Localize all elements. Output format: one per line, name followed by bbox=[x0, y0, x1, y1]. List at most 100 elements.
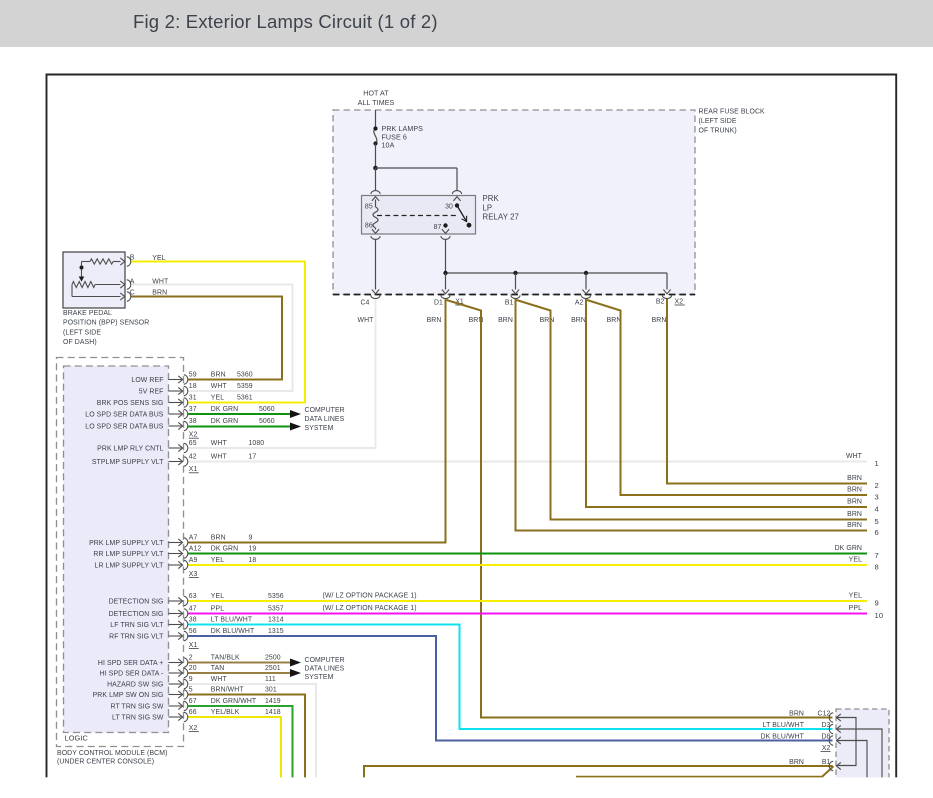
svg-text:63: 63 bbox=[189, 593, 197, 600]
svg-text:PRK LMP SUPPLY VLT: PRK LMP SUPPLY VLT bbox=[89, 540, 164, 547]
svg-text:LO SPD SER DATA BUS: LO SPD SER DATA BUS bbox=[85, 424, 164, 431]
svg-text:X2: X2 bbox=[189, 725, 198, 732]
svg-text:301: 301 bbox=[265, 686, 277, 693]
svg-text:YEL: YEL bbox=[211, 394, 224, 401]
svg-text:A9: A9 bbox=[189, 557, 198, 564]
svg-text:65: 65 bbox=[189, 440, 197, 447]
svg-text:1419: 1419 bbox=[265, 698, 281, 705]
svg-text:PPL: PPL bbox=[849, 605, 862, 612]
svg-text:10: 10 bbox=[875, 611, 884, 620]
svg-text:5356: 5356 bbox=[268, 593, 284, 600]
svg-text:19: 19 bbox=[249, 545, 257, 552]
svg-text:C4: C4 bbox=[360, 300, 369, 307]
svg-text:B: B bbox=[130, 255, 135, 262]
svg-text:47: 47 bbox=[189, 605, 197, 612]
svg-text:Fig 2: Exterior Lamps Circuit: Fig 2: Exterior Lamps Circuit (1 of 2) bbox=[133, 11, 438, 32]
svg-text:BRN: BRN bbox=[847, 475, 862, 482]
svg-text:LOGIC: LOGIC bbox=[65, 734, 89, 743]
svg-text:7: 7 bbox=[875, 551, 879, 560]
svg-text:OF DASH): OF DASH) bbox=[63, 339, 97, 346]
svg-text:BRN: BRN bbox=[652, 317, 667, 324]
svg-text:BRAKE PEDAL: BRAKE PEDAL bbox=[63, 310, 112, 317]
svg-text:DK GRN: DK GRN bbox=[211, 418, 238, 425]
svg-text:9: 9 bbox=[189, 676, 193, 683]
svg-text:LP: LP bbox=[483, 203, 493, 212]
svg-text:31: 31 bbox=[189, 394, 197, 401]
svg-text:PPL: PPL bbox=[211, 605, 224, 612]
svg-text:DATA LINES: DATA LINES bbox=[305, 666, 345, 673]
svg-text:LF TRN SIG VLT: LF TRN SIG VLT bbox=[110, 622, 164, 629]
svg-text:86: 86 bbox=[365, 223, 373, 230]
svg-text:2500: 2500 bbox=[265, 654, 281, 661]
svg-text:B1: B1 bbox=[822, 759, 831, 766]
svg-text:38: 38 bbox=[189, 418, 197, 425]
svg-text:111: 111 bbox=[265, 676, 276, 683]
svg-text:BODY CONTROL MODULE (BCM): BODY CONTROL MODULE (BCM) bbox=[57, 750, 167, 757]
svg-text:3: 3 bbox=[875, 492, 879, 501]
svg-text:(LEFT SIDE: (LEFT SIDE bbox=[699, 118, 737, 125]
svg-text:A7: A7 bbox=[189, 534, 198, 541]
svg-text:X2: X2 bbox=[675, 299, 684, 306]
svg-text:2: 2 bbox=[189, 654, 193, 661]
svg-text:5060: 5060 bbox=[259, 406, 275, 413]
svg-text:POSITION (BPP) SENSOR: POSITION (BPP) SENSOR bbox=[63, 320, 149, 327]
svg-text:20: 20 bbox=[189, 665, 197, 672]
svg-text:BRN: BRN bbox=[847, 487, 862, 494]
svg-text:BRN/WHT: BRN/WHT bbox=[211, 686, 245, 693]
svg-text:RF TRN SIG VLT: RF TRN SIG VLT bbox=[109, 634, 164, 641]
svg-text:WHT: WHT bbox=[211, 383, 228, 390]
svg-text:X2: X2 bbox=[822, 745, 831, 752]
svg-text:PRK: PRK bbox=[483, 194, 500, 203]
svg-text:SYSTEM: SYSTEM bbox=[305, 674, 334, 681]
svg-text:30: 30 bbox=[445, 204, 453, 211]
svg-text:85: 85 bbox=[365, 204, 373, 211]
svg-text:2501: 2501 bbox=[265, 665, 281, 672]
svg-text:A: A bbox=[130, 279, 135, 286]
svg-text:WHT: WHT bbox=[211, 453, 228, 460]
svg-text:DETECTION SIG: DETECTION SIG bbox=[109, 599, 164, 606]
svg-text:BRN: BRN bbox=[211, 534, 226, 541]
svg-text:5V REF: 5V REF bbox=[139, 389, 164, 396]
svg-text:YEL: YEL bbox=[211, 557, 224, 564]
svg-text:PRK LMP SW ON SIG: PRK LMP SW ON SIG bbox=[93, 692, 164, 699]
svg-text:18: 18 bbox=[189, 383, 197, 390]
svg-text:DK GRN: DK GRN bbox=[835, 545, 862, 552]
svg-text:10A: 10A bbox=[382, 142, 395, 150]
svg-text:4: 4 bbox=[875, 504, 879, 513]
svg-text:PRK LAMPS: PRK LAMPS bbox=[382, 125, 424, 133]
svg-text:A12: A12 bbox=[189, 545, 202, 552]
svg-text:56: 56 bbox=[189, 628, 197, 635]
svg-text:DK BLU/WHT: DK BLU/WHT bbox=[211, 628, 255, 635]
svg-text:18: 18 bbox=[249, 557, 257, 564]
svg-text:A2: A2 bbox=[575, 300, 584, 307]
svg-text:COMPUTER: COMPUTER bbox=[305, 407, 345, 414]
svg-text:1315: 1315 bbox=[268, 628, 284, 635]
svg-text:5360: 5360 bbox=[237, 371, 253, 378]
svg-text:YEL/BLK: YEL/BLK bbox=[211, 709, 240, 716]
svg-text:HAZARD SW SIG: HAZARD SW SIG bbox=[107, 682, 163, 689]
svg-text:DK BLU/WHT: DK BLU/WHT bbox=[761, 734, 805, 741]
svg-text:HI SPD SER DATA -: HI SPD SER DATA - bbox=[100, 671, 164, 678]
svg-text:BRN: BRN bbox=[427, 317, 442, 324]
svg-text:C12: C12 bbox=[818, 711, 831, 718]
svg-text:BRN: BRN bbox=[607, 317, 622, 324]
svg-text:LR LMP SUPPLY VLT: LR LMP SUPPLY VLT bbox=[95, 563, 165, 570]
svg-text:59: 59 bbox=[189, 371, 197, 378]
svg-text:COMPUTER: COMPUTER bbox=[305, 657, 345, 664]
svg-text:5: 5 bbox=[875, 517, 879, 526]
svg-text:17: 17 bbox=[249, 453, 257, 460]
svg-text:1080: 1080 bbox=[249, 440, 265, 447]
svg-text:HI SPD SER DATA +: HI SPD SER DATA + bbox=[98, 660, 164, 667]
svg-text:DETECTION SIG: DETECTION SIG bbox=[109, 611, 164, 618]
svg-text:SYSTEM: SYSTEM bbox=[305, 425, 334, 432]
svg-text:67: 67 bbox=[189, 698, 197, 705]
svg-text:5361: 5361 bbox=[237, 394, 253, 401]
svg-text:YEL: YEL bbox=[152, 255, 165, 262]
svg-text:LT BLU/WHT: LT BLU/WHT bbox=[211, 616, 253, 623]
svg-text:42: 42 bbox=[189, 453, 197, 460]
svg-text:WHT: WHT bbox=[211, 676, 228, 683]
svg-text:BRN: BRN bbox=[847, 511, 862, 518]
svg-text:BRN: BRN bbox=[847, 499, 862, 506]
svg-text:2: 2 bbox=[875, 481, 879, 490]
svg-text:YEL: YEL bbox=[211, 593, 224, 600]
